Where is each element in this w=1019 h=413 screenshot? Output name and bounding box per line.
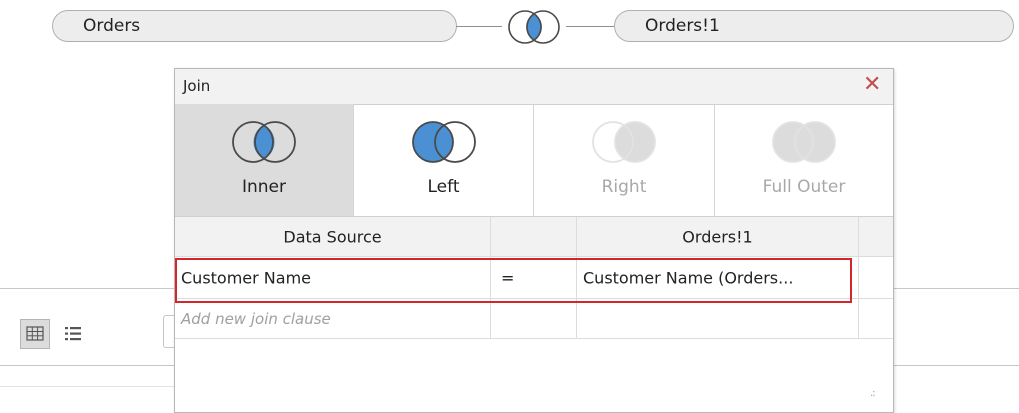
header-data-source: Data Source — [175, 217, 491, 256]
grid-view-icon[interactable] — [20, 319, 50, 349]
header-label: Data Source — [283, 227, 382, 246]
join-type-full-outer: Full Outer — [715, 104, 893, 216]
clause-operator[interactable]: = — [491, 257, 577, 298]
clause-left-value: Customer Name — [181, 268, 312, 287]
inner-join-venn-icon[interactable] — [500, 9, 568, 45]
clause-operator-value: = — [501, 268, 515, 287]
right-join-venn-icon — [592, 121, 656, 163]
join-type-selector: Inner Left Right Full Outer — [175, 104, 893, 217]
join-type-label: Right — [601, 177, 647, 197]
join-connector-right — [566, 26, 614, 27]
toolbar-divider-right — [894, 288, 1019, 289]
list-view-icon[interactable] — [58, 319, 88, 349]
clause-left-field[interactable]: Customer Name — [175, 257, 491, 298]
grid-row-line — [0, 386, 174, 387]
add-clause-right-cell — [577, 299, 859, 338]
add-clause-operator-cell — [491, 299, 577, 338]
join-type-label: Left — [427, 177, 460, 197]
resize-grip-icon[interactable]: .: — [870, 388, 875, 399]
add-join-clause-row[interactable]: Add new join clause — [175, 299, 893, 339]
join-clause-row[interactable]: Customer Name = Customer Name (Orders... — [175, 257, 893, 299]
left-table-pill[interactable]: Orders — [52, 10, 457, 42]
join-type-left[interactable]: Left — [354, 104, 534, 216]
header-operator — [491, 217, 577, 256]
toolbar-divider-left — [0, 288, 174, 289]
clause-right-value: Customer Name (Orders... — [583, 268, 794, 287]
left-table-name: Orders — [83, 16, 141, 36]
join-dialog-title: Join — [183, 77, 211, 95]
header-label: Orders!1 — [682, 227, 753, 246]
close-icon[interactable]: ✕ — [863, 73, 881, 97]
right-table-pill[interactable]: Orders!1 — [614, 10, 1014, 42]
grid-divider-right — [894, 365, 1019, 366]
join-connector-left — [456, 26, 502, 27]
header-right-source: Orders!1 — [577, 217, 859, 256]
join-type-right: Right — [534, 104, 715, 216]
right-table-name: Orders!1 — [645, 16, 720, 36]
join-type-label: Inner — [241, 177, 286, 197]
inner-join-venn-icon — [232, 121, 296, 163]
join-dialog-header: Join ✕ — [175, 69, 893, 105]
join-type-label: Full Outer — [762, 177, 846, 197]
join-dialog: Join ✕ Inner Left Right Full Outer Data … — [174, 68, 894, 413]
clause-right-field[interactable]: Customer Name (Orders... — [577, 257, 859, 298]
add-join-clause-placeholder: Add new join clause — [181, 309, 331, 328]
full-outer-join-venn-icon — [772, 121, 836, 163]
join-clause-header-row: Data Source Orders!1 — [175, 217, 893, 257]
add-join-clause-input[interactable]: Add new join clause — [175, 299, 491, 338]
grid-divider-left — [0, 365, 174, 366]
join-type-inner[interactable]: Inner — [175, 104, 354, 216]
left-join-venn-icon — [412, 121, 476, 163]
